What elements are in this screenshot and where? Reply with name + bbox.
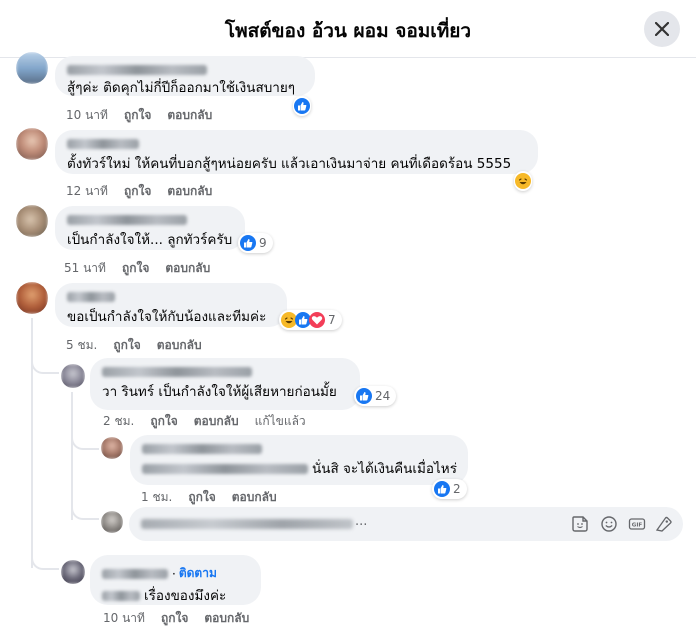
comment-actions: 51 นาที ถูกใจ ตอบกลับ — [64, 259, 226, 278]
reply-button[interactable]: ตอบกลับ — [167, 184, 212, 198]
like-button[interactable]: ถูกใจ — [161, 611, 188, 625]
comment-text: เรื่องของมึงค่ะ — [102, 587, 249, 605]
reaction-summary[interactable]: 24 — [354, 386, 397, 406]
commenter-name[interactable] — [102, 367, 252, 377]
reaction-summary[interactable]: 2 — [432, 479, 467, 499]
avatar[interactable] — [61, 560, 85, 584]
like-icon — [294, 98, 310, 114]
comment-actions: 12 นาที ถูกใจ ตอบกลับ — [66, 182, 228, 201]
comment-bubble: ขอเป็นกำลังใจให้กับน้องและทีมค่ะ — [55, 283, 287, 327]
like-button[interactable]: ถูกใจ — [124, 184, 151, 198]
comment-text: เป็นกำลังใจให้... ลูกทัวร์ครับ — [67, 232, 233, 248]
dialog-title: โพสต์ของ อ้วน ผอม จอมเที่ยว — [224, 20, 472, 42]
commenter-name[interactable] — [67, 65, 207, 75]
reply-text: นั่นสิ จะได้เงินคืนเมื่อไหร่ — [312, 461, 457, 477]
comment-text: ตั้งทัวร์ใหม่ ให้คนที่บอกสู้ๆหน่อยครับ แ… — [67, 156, 512, 172]
commenter-name[interactable] — [142, 444, 262, 454]
gif-icon[interactable]: GIF — [628, 515, 646, 533]
reaction-count: 7 — [328, 313, 336, 327]
reply-mention — [141, 519, 353, 529]
reaction-count: 24 — [375, 389, 391, 403]
commenter-name[interactable] — [67, 292, 115, 302]
comment-bubble: เป็นกำลังใจให้... ลูกทัวร์ครับ — [55, 206, 245, 250]
reaction-summary[interactable] — [514, 171, 532, 191]
comment-time[interactable]: 51 นาที — [64, 261, 106, 275]
reply-button[interactable]: ตอบกลับ — [232, 490, 277, 504]
commenter-name[interactable] — [67, 139, 139, 149]
comment-bubble: วา รินทร์ เป็นกำลังใจให้ผู้เสียหายก่อนมั… — [90, 358, 360, 410]
comment-text: วา รินทร์ เป็นกำลังใจให้ผู้เสียหายก่อนมั… — [102, 384, 337, 400]
comment-text: สู้ๆค่ะ ติดคุกไม่กี่ปีก็ออกมาใช้เงินสบาย… — [67, 80, 296, 96]
comment-time[interactable]: 1 ชม. — [141, 490, 172, 504]
comment-time[interactable]: 12 นาที — [66, 184, 108, 198]
reply-ellipsis: ... — [355, 514, 368, 529]
reaction-summary[interactable] — [293, 96, 311, 116]
dialog-header: โพสต์ของ อ้วน ผอม จอมเที่ยว — [0, 0, 696, 58]
comment-actions: 10 นาที ถูกใจ ตอบกลับ — [103, 609, 265, 628]
like-button[interactable]: ถูกใจ — [188, 490, 215, 504]
comment-text: ขอเป็นกำลังใจให้กับน้องและทีมค่ะ — [67, 309, 267, 325]
reply-button[interactable]: ตอบกลับ — [204, 611, 249, 625]
thread-connector — [71, 500, 99, 520]
comment-time[interactable]: 10 นาที — [66, 108, 108, 122]
reply-button[interactable]: ตอบกลับ — [194, 414, 239, 428]
like-button[interactable]: ถูกใจ — [150, 414, 177, 428]
care-icon — [309, 312, 325, 328]
reaction-count: 9 — [259, 236, 267, 250]
like-button[interactable]: ถูกใจ — [124, 108, 151, 122]
avatar[interactable] — [16, 205, 48, 237]
reply-button[interactable]: ตอบกลับ — [165, 261, 210, 275]
reaction-count: 2 — [453, 482, 461, 496]
like-icon — [240, 235, 256, 251]
thread-connector — [31, 548, 59, 570]
avatar[interactable] — [16, 282, 48, 314]
camera-icon[interactable] — [655, 515, 673, 533]
commenter-name[interactable] — [67, 215, 187, 225]
follow-button[interactable]: ติดตาม — [179, 564, 217, 583]
like-icon — [356, 388, 372, 404]
sticker-icon[interactable] — [571, 515, 589, 533]
comment-bubble: · ติดตาม เรื่องของมึงค่ะ — [90, 555, 261, 605]
comment-actions: 10 นาที ถูกใจ ตอบกลับ — [66, 106, 228, 125]
svg-text:GIF: GIF — [632, 523, 643, 529]
mentioned-name[interactable] — [102, 591, 140, 601]
comment-actions: 5 ชม. ถูกใจ ตอบกลับ — [66, 336, 218, 355]
reply-button[interactable]: ตอบกลับ — [167, 108, 212, 122]
like-button[interactable]: ถูกใจ — [122, 261, 149, 275]
thread-connector — [71, 430, 99, 450]
comment-actions: 1 ชม. ถูกใจ ตอบกลับ — [141, 488, 293, 507]
reaction-summary[interactable]: 7 — [279, 310, 342, 330]
avatar[interactable] — [16, 52, 48, 84]
close-icon — [655, 22, 669, 36]
my-avatar[interactable] — [101, 511, 123, 533]
avatar[interactable] — [16, 128, 48, 160]
commenter-name[interactable] — [102, 568, 168, 579]
comment-time[interactable]: 2 ชม. — [103, 414, 134, 428]
haha-icon — [515, 173, 531, 189]
close-button[interactable] — [644, 11, 680, 47]
reaction-summary[interactable]: 9 — [238, 233, 273, 253]
comment-time[interactable]: 5 ชม. — [66, 338, 97, 352]
like-icon — [434, 481, 450, 497]
comment-time[interactable]: 10 นาที — [103, 611, 145, 625]
like-button[interactable]: ถูกใจ — [113, 338, 140, 352]
comment-text: นั่นสิ จะได้เงินคืนเมื่อไหร่ — [142, 460, 457, 478]
edited-label[interactable]: แก้ไขแล้ว — [255, 414, 306, 428]
avatar[interactable] — [61, 364, 85, 388]
comment-bubble: สู้ๆค่ะ ติดคุกไม่กี่ปีก็ออกมาใช้เงินสบาย… — [55, 56, 315, 96]
mentioned-name[interactable] — [142, 464, 308, 474]
reply-button[interactable]: ตอบกลับ — [157, 338, 202, 352]
avatar[interactable] — [101, 437, 123, 459]
emoji-icon[interactable] — [600, 515, 618, 533]
comment-bubble: นั่นสิ จะได้เงินคืนเมื่อไหร่ — [130, 435, 468, 485]
comment-actions: 2 ชม. ถูกใจ ตอบกลับ แก้ไขแล้ว — [103, 412, 322, 431]
comment-bubble: ตั้งทัวร์ใหม่ ให้คนที่บอกสู้ๆหน่อยครับ แ… — [55, 130, 538, 174]
separator-dot: · — [172, 566, 176, 581]
thread-connector — [31, 352, 59, 374]
reply-text: เรื่องของมึงค่ะ — [144, 588, 227, 604]
reply-input[interactable]: ... GIF — [129, 507, 683, 541]
